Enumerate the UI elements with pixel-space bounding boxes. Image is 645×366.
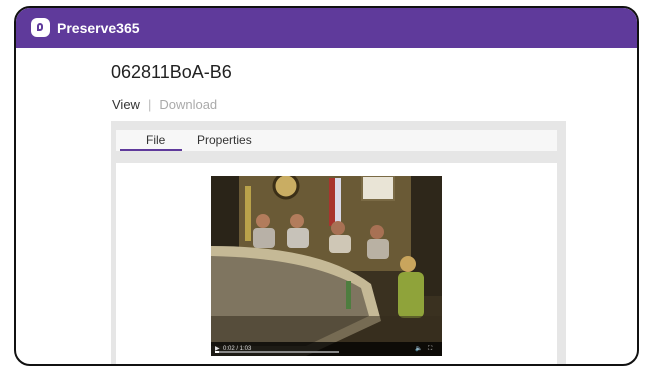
video-progress-bar[interactable] bbox=[215, 351, 339, 353]
file-panel: File Properties ▶ 0:02 / 1:03 🔈 ⛶ bbox=[111, 121, 566, 364]
video-player[interactable]: ▶ 0:02 / 1:03 🔈 ⛶ bbox=[211, 176, 442, 356]
tab-bar: File Properties bbox=[116, 130, 557, 151]
fullscreen-icon[interactable]: ⛶ bbox=[428, 344, 432, 354]
volume-icon[interactable]: 🔈 bbox=[415, 344, 422, 354]
file-content: ▶ 0:02 / 1:03 🔈 ⛶ bbox=[116, 163, 557, 364]
view-download-nav: View | Download bbox=[112, 96, 217, 114]
brand-name[interactable]: Preserve365 bbox=[57, 18, 140, 38]
active-tab-indicator bbox=[120, 149, 182, 151]
nav-separator: | bbox=[147, 97, 152, 112]
tab-properties[interactable]: Properties bbox=[197, 132, 252, 148]
app-header: Preserve365 bbox=[16, 8, 637, 48]
preserve365-logo-icon[interactable] bbox=[31, 18, 50, 37]
download-link[interactable]: Download bbox=[159, 97, 217, 112]
video-progress-fill bbox=[215, 351, 219, 353]
video-frame bbox=[211, 176, 442, 356]
app-window: Preserve365 062811BoA-B6 View | Download F… bbox=[14, 6, 639, 366]
tab-file[interactable]: File bbox=[146, 132, 165, 148]
page-title: 062811BoA-B6 bbox=[111, 62, 232, 82]
view-link[interactable]: View bbox=[112, 97, 140, 112]
